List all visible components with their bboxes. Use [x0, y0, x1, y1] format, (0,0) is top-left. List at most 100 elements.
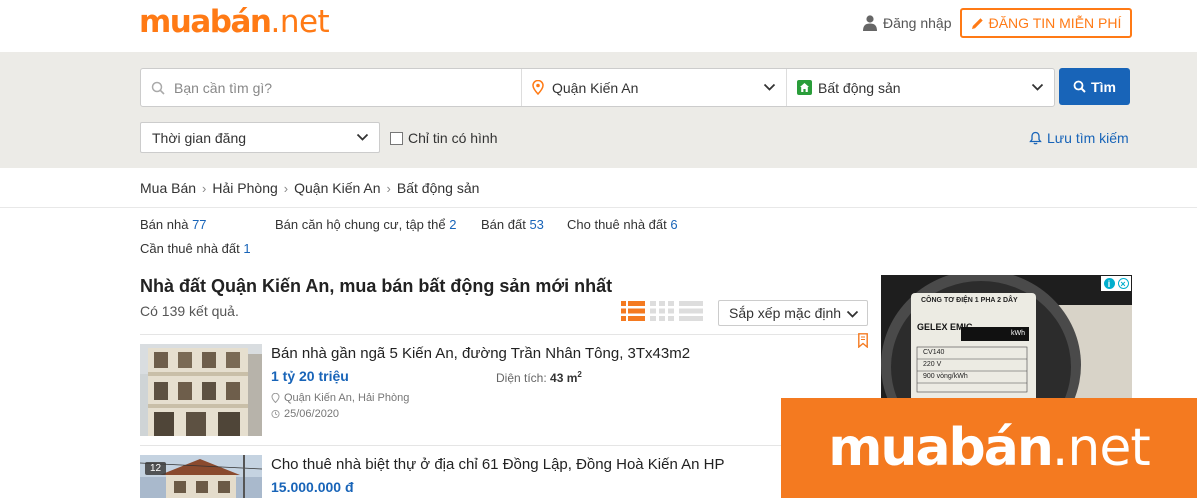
listing-location: Quận Kiến An, Hải Phòng: [271, 392, 409, 404]
post-button-label: ĐĂNG TIN MIỄN PHÍ: [988, 15, 1122, 31]
location-pin-icon: [271, 393, 280, 403]
photo-only-label: Chỉ tin có hình: [408, 130, 498, 146]
home-icon: [797, 80, 812, 95]
breadcrumb-item[interactable]: Mua Bán: [140, 180, 196, 196]
subcategory-count: 1: [243, 241, 251, 256]
login-label: Đăng nhập: [883, 15, 952, 31]
breadcrumb-item[interactable]: Hải Phòng: [212, 180, 277, 196]
meter-unit: kWh: [1011, 330, 1025, 337]
area-value: 43 m: [550, 371, 578, 385]
subcategory-label: Cần thuê nhà đất: [140, 241, 240, 256]
listing-title[interactable]: Bán nhà gần ngã 5 Kiến An, đường Trần Nh…: [271, 345, 690, 362]
post-time-select[interactable]: Thời gian đăng: [140, 122, 380, 153]
top-header: muabán.net Đăng nhập ĐĂNG TIN MIỄN PHÍ: [0, 0, 1197, 52]
chevron-right-icon: ›: [202, 180, 207, 196]
subcategory-label: Bán đất: [481, 217, 526, 232]
breadcrumb-item[interactable]: Bất động sản: [397, 180, 480, 196]
divider: [140, 334, 868, 335]
search-input[interactable]: [174, 79, 514, 96]
subcategory-count: 2: [449, 217, 457, 232]
meter-rate: 900 vòng/kWh: [923, 373, 968, 380]
subcategory-link[interactable]: Cần thuê nhà đất 1: [140, 241, 251, 256]
clock-icon: [271, 409, 280, 419]
watermark-main-text: muabán: [828, 418, 1054, 478]
listing-title[interactable]: Cho thuê nhà biệt thự ở địa chỉ 61 Đồng …: [271, 456, 725, 473]
breadcrumb: Mua Bán › Hải Phòng › Quận Kiến An › Bất…: [140, 179, 479, 197]
location-select-value: Quận Kiến An: [552, 79, 639, 96]
search-icon: [1073, 80, 1086, 93]
info-icon: i: [1103, 278, 1115, 289]
chevron-down-icon: [763, 83, 776, 91]
subcategory-link[interactable]: Cho thuê nhà đất 6: [567, 217, 678, 232]
category-select[interactable]: Bất động sản: [788, 69, 1054, 106]
listing-location-text: Quận Kiến An, Hải Phòng: [284, 392, 410, 404]
listing-price: 15.000.000 đ: [271, 479, 354, 495]
listing-item[interactable]: 12 Cho thuê nhà biệt thự ở địa chỉ 61 Đồ…: [140, 455, 868, 498]
list-view-icon[interactable]: [621, 300, 645, 322]
listing-date: 25/06/2020: [271, 408, 339, 420]
post-free-ad-button[interactable]: ĐĂNG TIN MIỄN PHÍ: [960, 8, 1132, 38]
search-button-label: Tìm: [1091, 78, 1116, 95]
subcategory-count: 77: [192, 217, 207, 232]
subcategory-link[interactable]: Bán đất 53: [481, 217, 544, 232]
listing-date-text: 25/06/2020: [284, 408, 340, 420]
chevron-right-icon: ›: [386, 180, 391, 196]
listing-area: Diện tích: 43 m2: [496, 370, 582, 385]
watermark-logo: muabán.net: [828, 418, 1150, 478]
location-pin-icon: [532, 80, 544, 95]
page-title: Nhà đất Quận Kiến An, mua bán bất động s…: [140, 276, 613, 296]
meter-voltage: 220 V: [923, 361, 942, 368]
subcategory-label: Cho thuê nhà đất: [567, 217, 667, 232]
listing-photo[interactable]: [140, 344, 262, 436]
chevron-right-icon: ›: [283, 180, 289, 196]
photo-count-badge: 12: [145, 462, 167, 475]
electricity-meter-ad-image: [881, 275, 1132, 403]
subcategory-link[interactable]: Bán căn hộ chung cư, tập thể 2: [275, 217, 456, 232]
meter-model: CV140: [923, 349, 945, 356]
save-search-link[interactable]: Lưu tìm kiếm: [1029, 130, 1129, 146]
sort-select[interactable]: Sắp xếp mặc định: [718, 300, 868, 326]
save-search-label: Lưu tìm kiếm: [1047, 130, 1129, 146]
search-button[interactable]: Tìm: [1059, 68, 1130, 105]
compact-list-icon[interactable]: [679, 300, 703, 322]
ad-choices-badge[interactable]: i ×: [1101, 276, 1131, 291]
divider: [0, 207, 1197, 208]
subcategory-count: 6: [670, 217, 678, 232]
area-label: Diện tích:: [496, 371, 547, 385]
close-icon[interactable]: ×: [1117, 278, 1129, 289]
post-time-select-value: Thời gian đăng: [152, 129, 247, 146]
checkbox-box[interactable]: [390, 131, 403, 145]
search-bar: Quận Kiến An Bất động sản: [140, 68, 1055, 107]
area-unit: 2: [577, 370, 582, 379]
logo-main-text: muabán: [139, 4, 272, 40]
bell-icon: [1029, 131, 1042, 145]
listing-item[interactable]: Bán nhà gần ngã 5 Kiến An, đường Trần Nh…: [140, 344, 868, 439]
muaban-watermark: muabán.net: [781, 398, 1197, 498]
subcategory-label: Bán căn hộ chung cư, tập thể: [275, 217, 446, 232]
chevron-down-icon: [846, 310, 859, 318]
category-select-value: Bất động sản: [818, 79, 901, 96]
location-select[interactable]: Quận Kiến An: [523, 69, 787, 106]
sort-select-value: Sắp xếp mặc định: [729, 305, 842, 321]
chevron-down-icon: [1031, 83, 1044, 91]
grid-view-icon[interactable]: [650, 300, 674, 322]
divider: [140, 445, 868, 446]
advertisement-banner[interactable]: CÔNG TƠ ĐIỆN 1 PHA 2 DÂY GELEX EMIC kWh …: [881, 275, 1132, 403]
site-logo[interactable]: muabán.net: [139, 2, 330, 42]
search-panel: Quận Kiến An Bất động sản Tìm Thời gian …: [0, 52, 1197, 168]
user-icon: [863, 15, 877, 31]
chevron-down-icon: [356, 133, 369, 141]
meter-brand: GELEX EMIC: [917, 322, 973, 332]
watermark-suffix-text: .net: [1051, 418, 1151, 478]
breadcrumb-item[interactable]: Quận Kiến An: [294, 180, 380, 196]
subcategory-count: 53: [529, 217, 544, 232]
subcategory-label: Bán nhà: [140, 217, 189, 232]
search-icon: [151, 81, 165, 95]
photo-only-checkbox[interactable]: Chỉ tin có hình: [390, 130, 498, 146]
pencil-icon: [971, 17, 983, 29]
login-link[interactable]: Đăng nhập: [863, 13, 952, 33]
result-count: Có 139 kết quả.: [140, 303, 239, 319]
keyword-field: [141, 69, 522, 106]
meter-label: CÔNG TƠ ĐIỆN 1 PHA 2 DÂY: [921, 297, 1018, 304]
subcategory-link[interactable]: Bán nhà 77: [140, 217, 207, 232]
